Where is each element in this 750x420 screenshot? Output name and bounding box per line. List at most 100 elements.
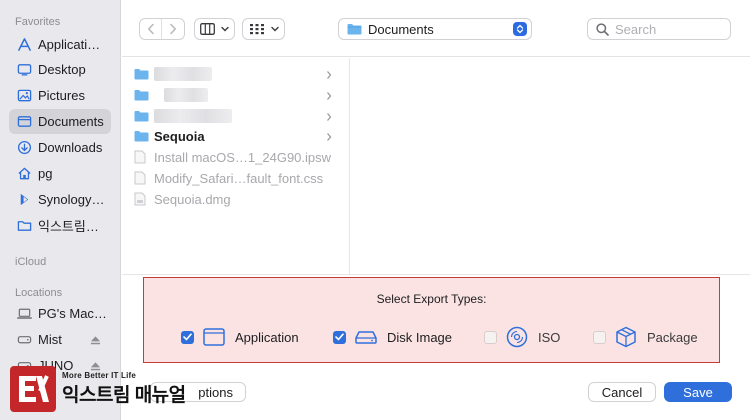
file-row-folder[interactable]: [134, 85, 346, 105]
redacted-name: [164, 88, 208, 102]
export-types-title: Select Export Types:: [376, 292, 487, 306]
group-button[interactable]: [242, 18, 285, 40]
sidebar-item-label: 익스트림…: [38, 219, 99, 234]
disk-image-icon: [134, 192, 150, 206]
package-box-icon: [614, 326, 638, 348]
preview-column: [351, 58, 750, 274]
document-icon: [134, 150, 150, 164]
sidebar-item-mist[interactable]: Mist: [9, 327, 111, 352]
option-label: Disk Image: [387, 329, 453, 345]
file-row-file: Install macOS…1_24G90.ipsw: [134, 147, 346, 167]
folder-icon: [134, 67, 150, 81]
export-option-iso[interactable]: ISO: [484, 324, 560, 350]
search-icon: [596, 22, 609, 36]
search-field[interactable]: [587, 18, 731, 40]
export-option-disk-image[interactable]: Disk Image: [333, 324, 452, 350]
file-column: Sequoia Install macOS…1_24G90.ipsw Modif…: [122, 58, 350, 274]
export-types-panel: Select Export Types: Application Disk Im…: [143, 277, 720, 363]
optical-disc-icon: [505, 326, 529, 348]
applications-icon: [17, 37, 32, 52]
sidebar-item-applications[interactable]: Applicati…: [9, 32, 111, 57]
application-checkbox[interactable]: [181, 330, 194, 344]
document-icon: [134, 171, 150, 185]
synology-drive-icon: [17, 192, 32, 207]
location-popup[interactable]: Documents: [338, 18, 532, 40]
chevron-down-icon: [270, 26, 279, 32]
file-row-folder[interactable]: [134, 64, 346, 84]
save-button[interactable]: Save: [664, 382, 732, 402]
sidebar: Favorites Applicati… Desktop Pictures Do…: [0, 0, 121, 420]
home-icon: [17, 166, 32, 181]
column-view-icon: [200, 23, 215, 35]
disk-image-checkbox[interactable]: [333, 330, 346, 344]
sidebar-section-icloud: iCloud: [15, 256, 47, 268]
folder-icon: [134, 88, 150, 102]
search-input[interactable]: [615, 21, 725, 37]
grid-view-icon: [249, 23, 265, 35]
file-name: Sequoia.dmg: [154, 191, 231, 207]
option-label: Package: [647, 329, 698, 345]
watermark-logo-icon: [10, 366, 56, 412]
documents-icon: [17, 114, 32, 129]
application-window-icon: [202, 326, 226, 348]
watermark-text: More Better IT Life 익스트림 매뉴얼: [62, 371, 186, 407]
file-name: Modify_Safari…fault_font.css: [154, 170, 324, 186]
file-row-folder[interactable]: Sequoia: [134, 126, 346, 146]
desktop-icon: [17, 62, 32, 77]
sidebar-section-favorites: Favorites: [15, 16, 61, 28]
iso-checkbox[interactable]: [484, 330, 497, 344]
sidebar-item-synology[interactable]: Synology…: [9, 187, 111, 212]
sidebar-item-label: pg: [38, 166, 53, 181]
sidebar-item-documents[interactable]: Documents: [9, 109, 111, 134]
sidebar-item-downloads[interactable]: Downloads: [9, 135, 111, 160]
watermark: More Better IT Life 익스트림 매뉴얼: [10, 364, 186, 414]
toolbar: Documents: [122, 0, 750, 57]
location-label: Documents: [368, 21, 434, 37]
chevron-right-icon: [326, 68, 332, 83]
package-checkbox[interactable]: [593, 330, 606, 344]
sidebar-item-label: Documents: [38, 114, 104, 129]
stepper-icon: [513, 22, 527, 36]
downloads-icon: [17, 140, 32, 155]
sidebar-item-folder[interactable]: 익스트림…: [9, 213, 111, 238]
sidebar-section-locations: Locations: [15, 287, 63, 299]
option-label: ISO: [538, 329, 561, 345]
divider: [122, 274, 750, 275]
watermark-tagline: More Better IT Life: [62, 371, 137, 380]
sidebar-item-desktop[interactable]: Desktop: [9, 57, 111, 82]
chevron-right-icon: [326, 130, 332, 145]
folder-icon: [134, 109, 150, 123]
file-row-folder[interactable]: [134, 106, 346, 126]
laptop-icon: [17, 306, 32, 321]
view-mode-button[interactable]: [194, 18, 235, 40]
file-row-file: Modify_Safari…fault_font.css: [134, 168, 346, 188]
folder-icon: [134, 129, 150, 143]
sidebar-item-mac[interactable]: PG's Mac…: [9, 301, 111, 326]
folder-icon: [347, 23, 362, 35]
watermark-brand: 익스트림 매뉴얼: [62, 385, 186, 406]
sidebar-item-label: Downloads: [38, 140, 103, 155]
chevron-left-icon[interactable]: [140, 19, 162, 39]
export-option-application[interactable]: Application: [181, 324, 299, 350]
file-name: Install macOS…1_24G90.ipsw: [154, 149, 332, 165]
drive-icon: [17, 332, 32, 347]
chevron-right-icon: [326, 89, 332, 104]
sidebar-item-label: Applicati…: [38, 37, 101, 52]
chevron-right-icon[interactable]: [162, 19, 184, 39]
cancel-button[interactable]: Cancel: [588, 382, 656, 402]
folder-icon: [17, 218, 32, 233]
eject-icon[interactable]: [90, 334, 101, 345]
file-name: Sequoia: [154, 128, 205, 144]
sidebar-item-label: Synology…: [38, 192, 105, 207]
chevron-down-icon: [221, 26, 229, 32]
export-option-package[interactable]: Package: [593, 324, 698, 350]
nav-buttons: [139, 18, 185, 40]
sidebar-item-pictures[interactable]: Pictures: [9, 83, 111, 108]
redacted-name: [154, 109, 232, 123]
sidebar-item-label: Desktop: [38, 62, 86, 77]
chevron-right-icon: [326, 110, 332, 125]
sidebar-item-pg[interactable]: pg: [9, 161, 111, 186]
file-row-file: Sequoia.dmg: [134, 189, 346, 209]
sidebar-item-label: PG's Mac…: [38, 306, 107, 321]
option-label: Application: [235, 329, 299, 345]
